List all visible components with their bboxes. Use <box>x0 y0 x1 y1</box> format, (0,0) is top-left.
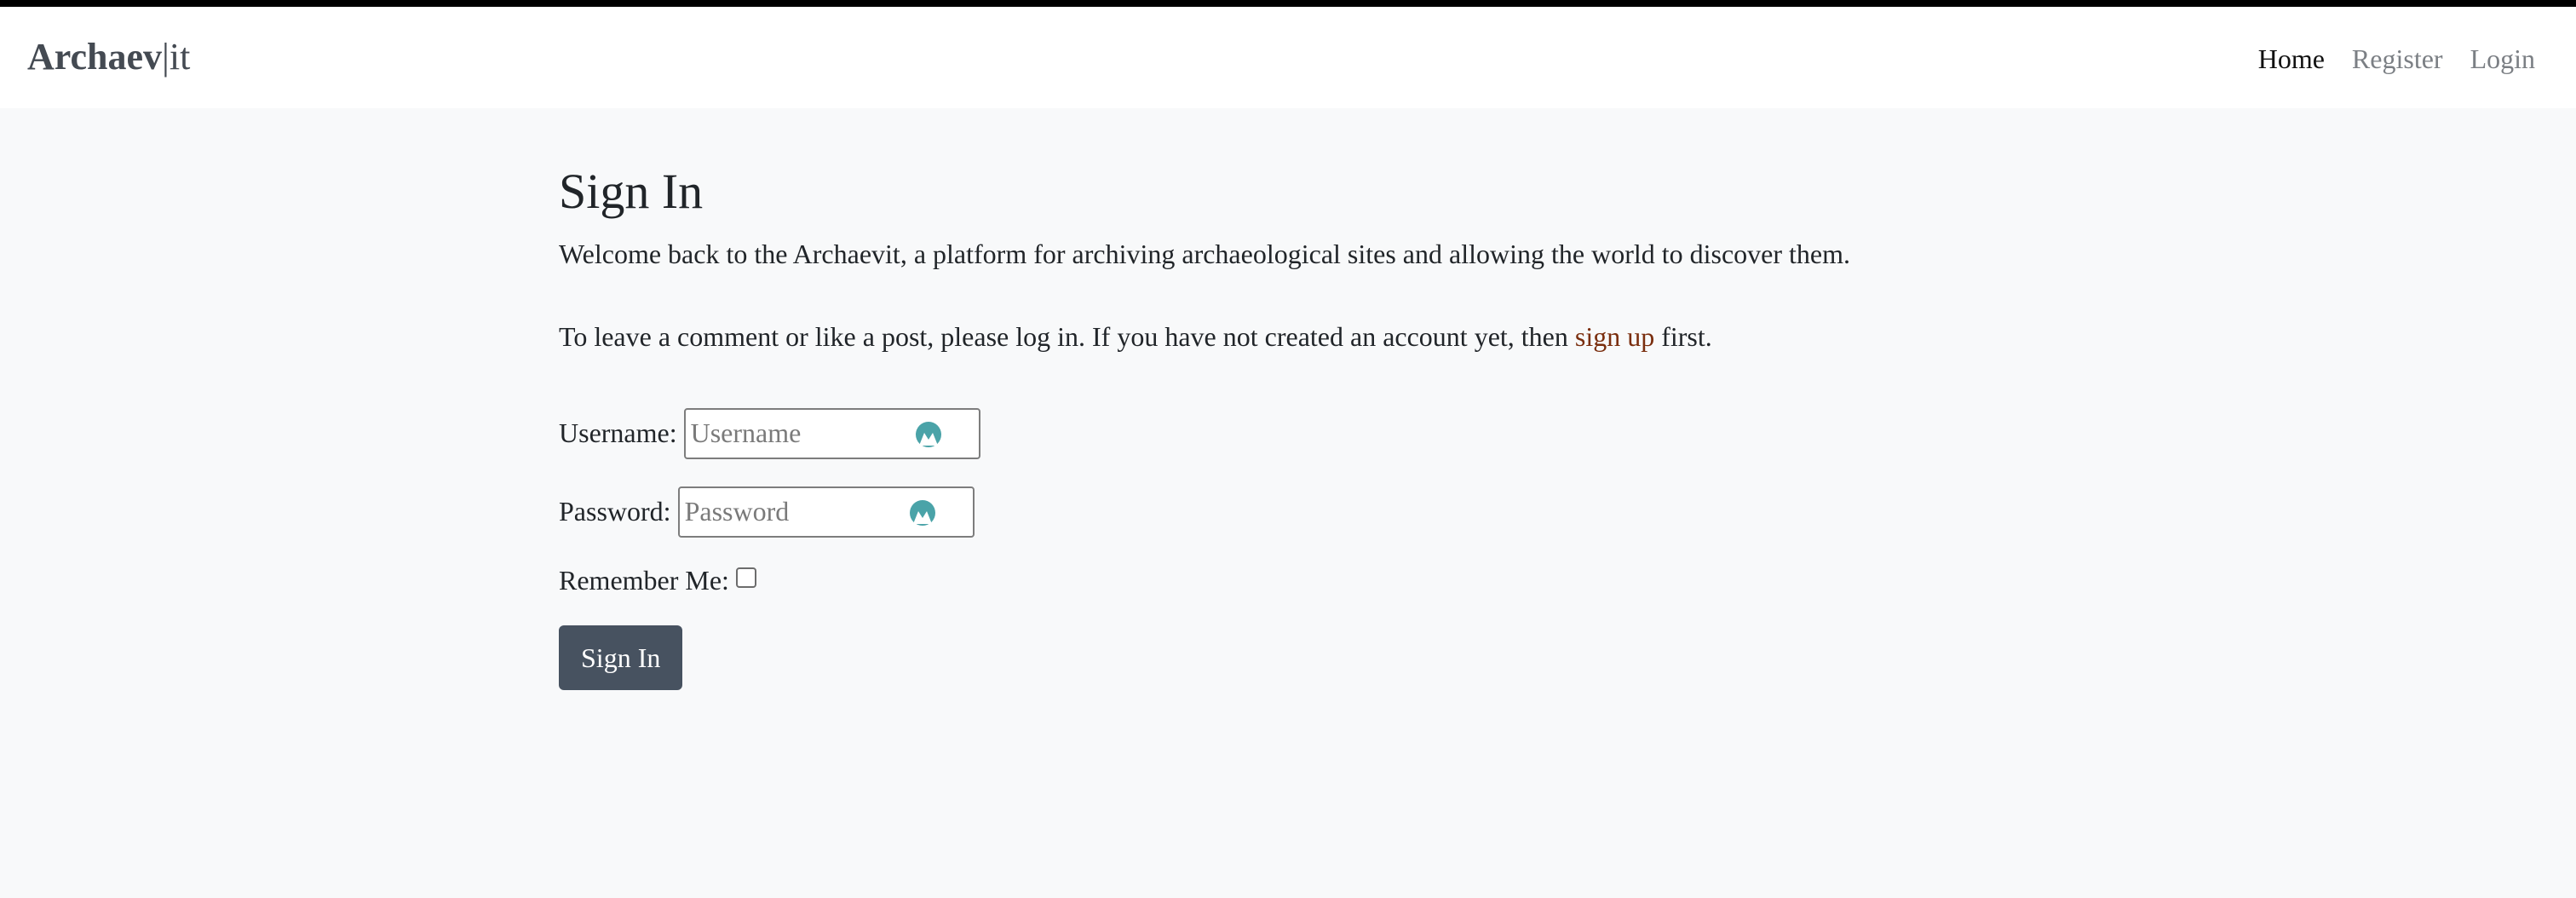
nav-register[interactable]: Register <box>2352 42 2443 78</box>
username-field-wrapper <box>683 407 980 459</box>
username-label: Username: <box>559 417 677 449</box>
navbar: Archaev|it Home Register Login <box>0 7 2576 108</box>
brand-name-suffix: it <box>169 36 191 78</box>
remember-row: Remember Me: <box>559 565 2092 596</box>
brand-logo[interactable]: Archaev|it <box>27 35 190 80</box>
intro-text-before: To leave a comment or like a post, pleas… <box>559 321 1575 353</box>
signin-button[interactable]: Sign In <box>559 625 683 690</box>
password-row: Password: <box>559 486 2092 538</box>
password-manager-icon[interactable] <box>908 498 937 527</box>
password-label: Password: <box>559 496 671 527</box>
page-title: Sign In <box>559 164 704 219</box>
nav-home[interactable]: Home <box>2258 42 2325 78</box>
intro-text-after: first. <box>1654 321 1712 353</box>
brand-name-bold: Archaev <box>27 36 163 78</box>
welcome-text: Welcome back to the Archaevit, a platfor… <box>559 238 1851 269</box>
remember-label: Remember Me: <box>559 564 729 596</box>
nav-links: Home Register Login <box>2258 42 2535 78</box>
password-manager-icon[interactable] <box>914 420 943 449</box>
nav-login[interactable]: Login <box>2470 42 2535 78</box>
remember-checkbox[interactable] <box>735 567 756 589</box>
signin-form: Username: Password: Remember Me: <box>559 407 2092 690</box>
signin-content: Sign In Welcome back to the Archaevit, a… <box>559 162 2092 690</box>
top-border <box>0 0 2576 7</box>
signup-link[interactable]: sign up <box>1575 321 1654 352</box>
brand-separator: | <box>162 36 170 78</box>
password-field-wrapper <box>677 486 975 538</box>
username-row: Username: <box>559 407 2092 459</box>
intro-text: To leave a comment or like a post, pleas… <box>559 319 2092 355</box>
